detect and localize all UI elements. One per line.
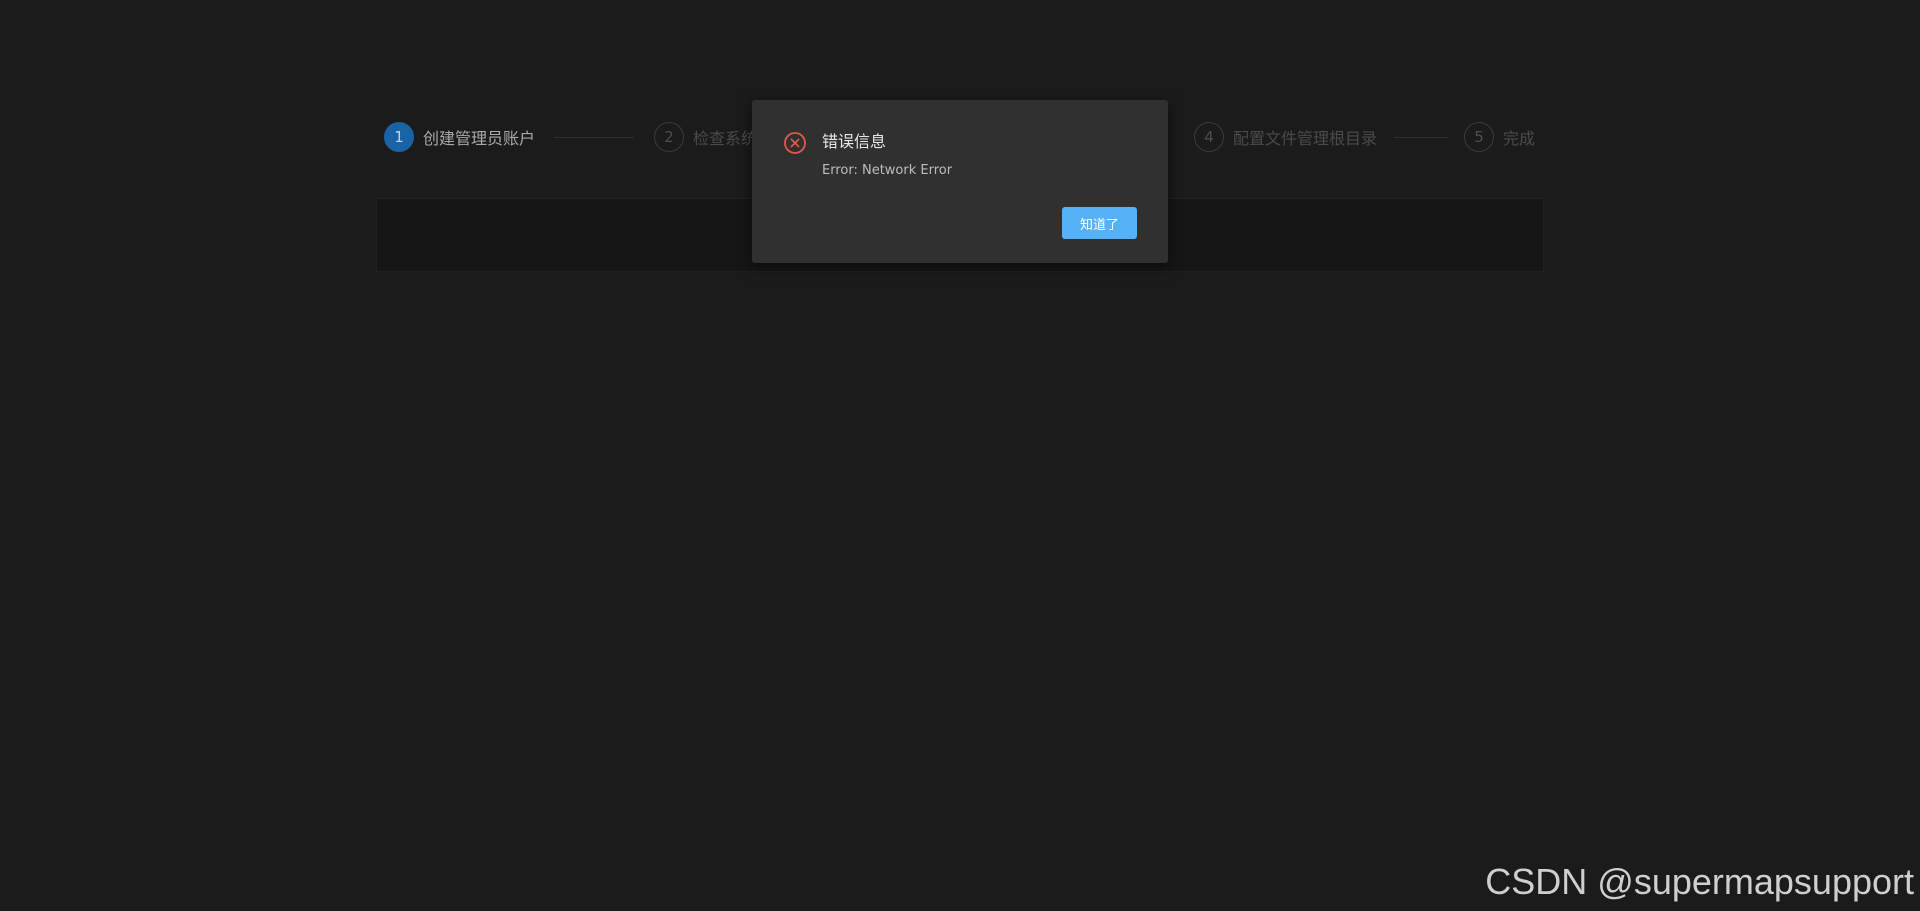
dialog-title: 错误信息 xyxy=(822,132,887,151)
error-dialog: 错误信息 Error: Network Error 知道了 xyxy=(752,100,1168,263)
close-circle-icon xyxy=(784,132,806,154)
step-1-label: 创建管理员账户 xyxy=(423,129,536,148)
step-5-label: 完成 xyxy=(1503,129,1536,148)
step-1-indicator: 1 xyxy=(384,122,414,152)
step-2-label: 检查系统 xyxy=(693,129,758,148)
watermark: CSDN @supermapsupport xyxy=(1485,861,1914,902)
step-4: 4 配置文件管理根目录 xyxy=(1194,120,1377,154)
step-2-indicator: 2 xyxy=(654,122,684,152)
step-4-label: 配置文件管理根目录 xyxy=(1233,129,1378,148)
page: 1 创建管理员账户 2 检查系统 4 配置文件管理根目录 5 完成 错误信息 E… xyxy=(0,0,1920,911)
acknowledge-button[interactable]: 知道了 xyxy=(1062,207,1137,239)
step-5-indicator: 5 xyxy=(1464,122,1494,152)
dialog-message: Error: Network Error xyxy=(822,163,953,178)
step-connector xyxy=(554,137,634,138)
step-5: 5 完成 xyxy=(1464,120,1535,154)
step-2: 2 检查系统 xyxy=(654,120,757,154)
step-1: 1 创建管理员账户 xyxy=(384,120,535,154)
step-connector xyxy=(1394,137,1449,138)
step-4-indicator: 4 xyxy=(1194,122,1224,152)
